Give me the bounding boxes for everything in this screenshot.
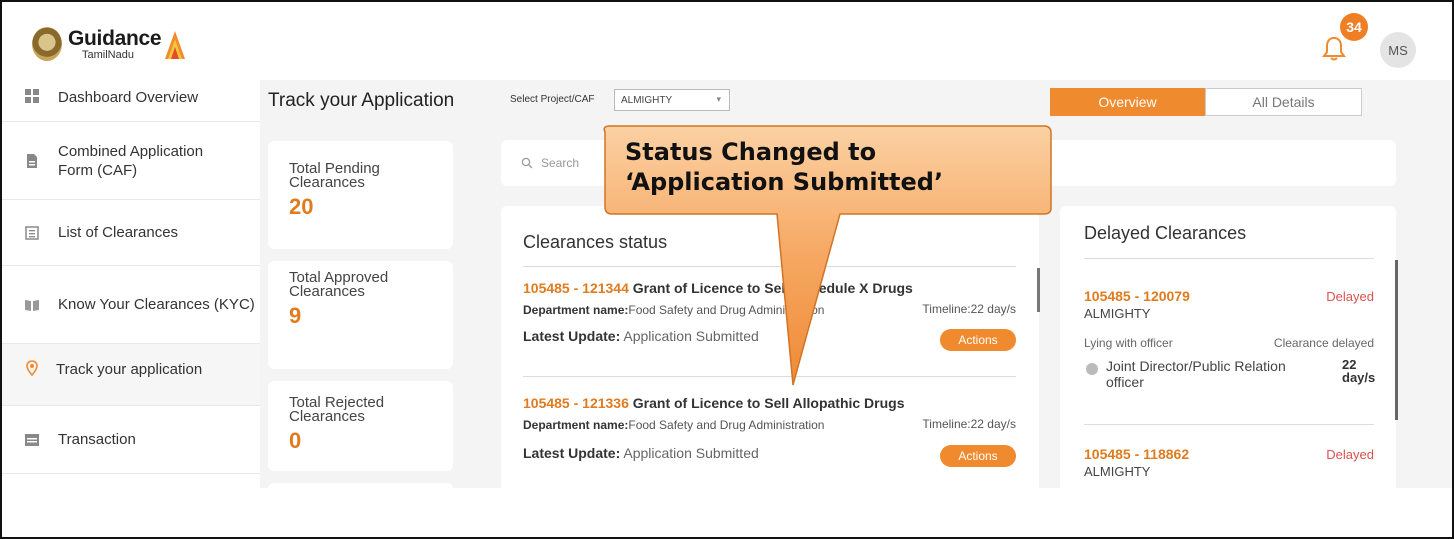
clearances-status-card: Clearances status 105485 - 121344 Grant … bbox=[501, 206, 1039, 516]
callout-line-2: ‘Application Submitted’ bbox=[625, 168, 944, 196]
transaction-icon bbox=[25, 433, 39, 446]
stat-card-approved: Total Approved Clearances 9 bbox=[268, 261, 453, 369]
app-frame: Guidance TamilNadu 34 MS Dashboard Overv… bbox=[0, 0, 1454, 539]
logo-title: Guidance bbox=[68, 26, 162, 50]
tab-all-details[interactable]: All Details bbox=[1205, 88, 1362, 116]
sidebar-item-label: List of Clearances bbox=[58, 224, 179, 241]
timeline: Timeline:22 day/s bbox=[922, 302, 1016, 316]
sidebar-item-label: Know Your Clearances (KYC) bbox=[58, 296, 255, 313]
stat-card-rejected: Total Rejected Clearances 0 bbox=[268, 381, 453, 471]
actions-button[interactable]: Actions bbox=[940, 329, 1016, 351]
actions-button[interactable]: Actions bbox=[940, 445, 1016, 467]
document-icon bbox=[27, 153, 37, 168]
officer-name: Joint Director/Public Relation officer bbox=[1106, 358, 1286, 390]
delayed-status: Delayed bbox=[1326, 289, 1374, 304]
callout-text: Status Changed to ‘Application Submitted… bbox=[625, 137, 943, 197]
sidebar-item-kyc[interactable]: Know Your Clearances (KYC) bbox=[2, 266, 260, 344]
clearance-item[interactable]: 105485 - 121344 Grant of Licence to Sell… bbox=[523, 280, 1016, 370]
delay-days: 22 day/s bbox=[1342, 357, 1376, 385]
clearance-name: Grant of Licence to Sell Allopathic Drug… bbox=[632, 395, 905, 411]
clearances-scrollbar[interactable] bbox=[1037, 268, 1040, 312]
callout-line-1: Status Changed to bbox=[625, 138, 877, 166]
search-icon bbox=[521, 157, 533, 169]
clearances-status-title: Clearances status bbox=[523, 232, 668, 252]
grid-icon bbox=[25, 89, 39, 103]
logo-subtitle: TamilNadu bbox=[82, 48, 134, 61]
location-pin-icon bbox=[26, 360, 38, 376]
sidebar-item-dashboard[interactable]: Dashboard Overview bbox=[2, 80, 260, 122]
project-label: Select Project/CAF bbox=[510, 94, 595, 105]
stat-card-pending: Total Pending Clearances 20 bbox=[268, 141, 453, 249]
clearance-id[interactable]: 105485 - 121336 bbox=[523, 395, 629, 411]
bottom-area bbox=[2, 488, 1452, 537]
top-bar: Guidance TamilNadu 34 MS bbox=[2, 2, 1452, 80]
stat-value: 9 bbox=[289, 303, 302, 328]
divider bbox=[523, 266, 1016, 267]
sidebar-item-clearances[interactable]: List of Clearances bbox=[2, 200, 260, 266]
latest-update: Latest Update: Application Submitted bbox=[523, 328, 759, 344]
clearance-name: Grant of Licence to Sell Schedule X Drug… bbox=[632, 280, 913, 296]
notification-badge[interactable]: 34 bbox=[1340, 13, 1368, 41]
user-icon bbox=[1086, 363, 1098, 375]
bell-icon[interactable] bbox=[1322, 35, 1346, 61]
delayed-item[interactable]: 105485 - 120079 Delayed ALMIGHTY Lying w… bbox=[1084, 288, 1376, 398]
latest-update: Latest Update: Application Submitted bbox=[523, 445, 759, 461]
department-line: Department name:Food Safety and Drug Adm… bbox=[523, 303, 825, 317]
divider bbox=[523, 376, 1016, 377]
project-select-value: ALMIGHTY bbox=[621, 95, 673, 106]
stat-label: Total Approved Clearances bbox=[289, 269, 389, 300]
delayed-project: ALMIGHTY bbox=[1084, 464, 1151, 479]
clearance-heading: 105485 - 121336 Grant of Licence to Sell… bbox=[523, 395, 1016, 411]
sidebar-item-transaction[interactable]: Transaction bbox=[2, 406, 260, 474]
clearance-id[interactable]: 105485 - 121344 bbox=[523, 280, 629, 296]
delayed-clearances-title: Delayed Clearances bbox=[1084, 223, 1247, 243]
timeline: Timeline:22 day/s bbox=[922, 417, 1016, 431]
divider bbox=[1084, 424, 1374, 425]
chevron-down-icon: ▾ bbox=[716, 94, 721, 104]
sidebar-item-caf[interactable]: Combined Application Form (CAF) bbox=[2, 122, 260, 200]
stat-label: Total Pending Clearances bbox=[289, 160, 380, 191]
delayed-clearances-card: Delayed Clearances 105485 - 120079 Delay… bbox=[1060, 206, 1396, 516]
sidebar-item-label: Combined Application Form (CAF) bbox=[58, 142, 204, 179]
view-tabs: Overview All Details bbox=[1050, 88, 1362, 116]
stat-value: 20 bbox=[289, 194, 314, 219]
search-input[interactable]: Search bbox=[541, 156, 579, 170]
clearance-item[interactable]: 105485 - 121336 Grant of Licence to Sell… bbox=[523, 395, 1016, 485]
guidance-logo[interactable]: Guidance TamilNadu bbox=[32, 24, 187, 64]
flame-icon bbox=[165, 31, 186, 59]
stat-value: 0 bbox=[289, 428, 302, 453]
delayed-scrollbar[interactable] bbox=[1395, 260, 1398, 420]
clearance-heading: 105485 - 121344 Grant of Licence to Sell… bbox=[523, 280, 1016, 296]
divider bbox=[1084, 258, 1374, 259]
sidebar-item-label: Transaction bbox=[58, 431, 136, 448]
stat-label: Total Rejected Clearances bbox=[289, 394, 385, 425]
tab-overview[interactable]: Overview bbox=[1050, 88, 1205, 116]
page-title: Track your Application bbox=[268, 90, 455, 111]
delayed-status: Delayed bbox=[1326, 447, 1374, 462]
emblem-icon bbox=[32, 27, 62, 61]
user-avatar[interactable]: MS bbox=[1380, 32, 1416, 68]
project-select[interactable]: ALMIGHTY ▾ bbox=[614, 89, 730, 111]
sidebar-item-label: Track your application bbox=[56, 361, 203, 378]
sidebar-item-label: Dashboard Overview bbox=[58, 89, 199, 106]
sidebar: Dashboard Overview Combined Application … bbox=[2, 80, 260, 510]
delayed-project: ALMIGHTY bbox=[1084, 306, 1151, 321]
sidebar-item-track[interactable]: Track your application bbox=[2, 344, 260, 406]
department-line: Department name:Food Safety and Drug Adm… bbox=[523, 418, 825, 432]
list-icon bbox=[25, 225, 39, 240]
book-icon bbox=[25, 299, 39, 311]
delayed-meta: Lying with officer Clearance delayed bbox=[1084, 336, 1374, 350]
